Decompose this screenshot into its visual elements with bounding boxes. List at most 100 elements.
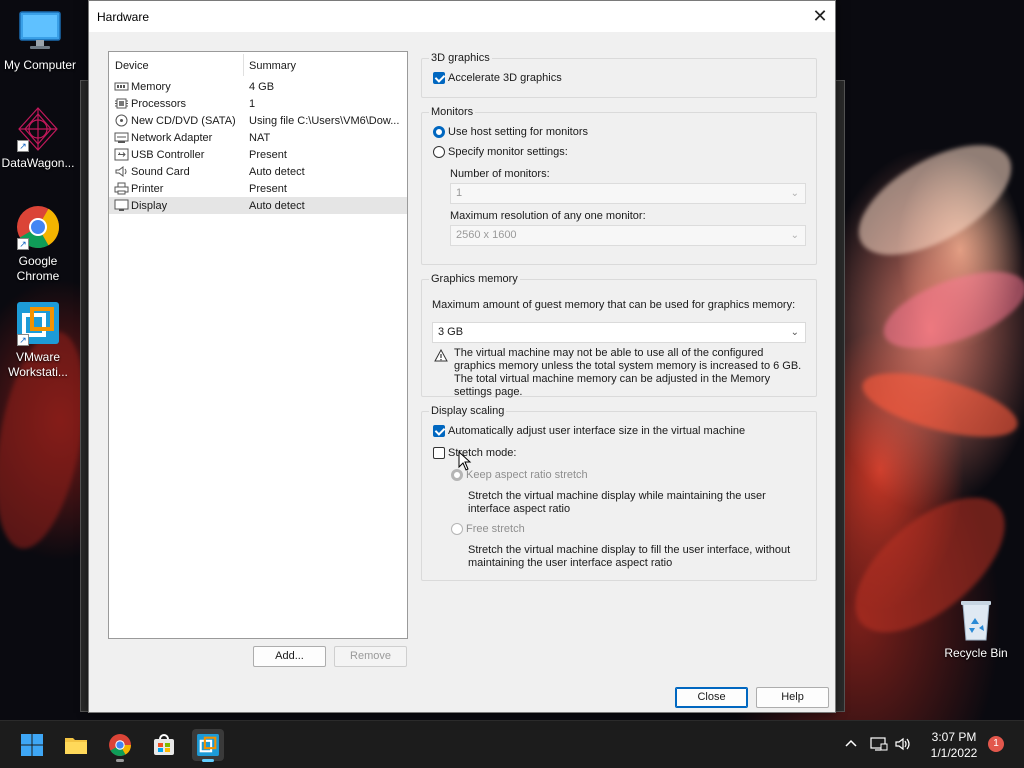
specify-monitors-radio[interactable]: Specify monitor settings: [433,146,568,158]
device-row-processors[interactable]: Processors 1 [109,95,407,112]
help-button[interactable]: Help [756,687,829,708]
start-icon [20,733,44,760]
accelerate-3d-checkbox[interactable]: Accelerate 3D graphics [433,72,562,84]
taskbar-file-explorer[interactable] [60,729,92,761]
desktop-icon-label: VMware Workstati... [8,350,68,379]
max-resolution-label: Maximum resolution of any one monitor: [450,210,646,222]
select-value: 3 GB [438,326,464,338]
column-divider [243,54,244,76]
running-indicator [202,759,214,762]
device-name: Printer [131,183,164,195]
mouse-cursor-icon [458,450,472,471]
store-icon [152,733,176,760]
chevron-down-icon: ⌄ [790,327,799,338]
column-header-summary[interactable]: Summary [249,60,296,72]
chrome-icon: ↗ [15,204,61,250]
radio-label: Keep aspect ratio stretch [466,469,588,481]
taskbar-clock[interactable]: 3:07 PM 1/1/2022 [922,729,986,761]
free-stretch-description: Stretch the virtual machine display to f… [468,544,791,569]
keep-aspect-description: Stretch the virtual machine display whil… [468,490,766,515]
remove-device-button[interactable]: Remove [334,646,407,667]
taskbar-chrome[interactable] [104,729,136,762]
device-row-network-adapter[interactable]: Network Adapter NAT [109,129,407,146]
desktop-icon-vmware[interactable]: ↗ VMware Workstati... [0,300,78,380]
device-summary: Present [249,183,287,195]
group-legend: Graphics memory [429,273,520,285]
close-button[interactable]: Close [675,687,748,708]
graphics-memory-max-label: Maximum amount of guest memory that can … [432,299,796,311]
device-list: Device Summary Memory 4 GB Processors 1 … [108,51,408,639]
checkbox-box[interactable] [433,72,445,84]
radio-dot[interactable] [451,523,463,535]
column-header-device[interactable]: Device [115,60,149,72]
clock-time: 3:07 PM [931,730,977,744]
running-indicator [116,759,124,762]
radio-dot[interactable] [433,146,445,158]
taskbar-vmware[interactable] [192,729,224,762]
graphics-memory-warning: The virtual machine may not be able to u… [454,347,802,398]
group-legend: Display scaling [429,405,507,417]
device-row-memory[interactable]: Memory 4 GB [109,78,407,95]
radio-dot[interactable] [433,126,445,138]
datawagon-icon: ↗ [15,106,61,152]
desktop-icon-label: My Computer [3,58,77,72]
device-name: Sound Card [131,166,190,178]
desktop-icon-datawagon[interactable]: ↗ DataWagon... [0,106,78,171]
group-graphics-memory: Graphics memory Maximum amount of guest … [421,273,817,398]
device-summary: 1 [249,98,256,110]
shortcut-arrow-icon: ↗ [17,238,29,250]
device-summary: 4 GB [249,81,275,93]
start-button[interactable] [16,729,48,761]
desktop-icon-label: Recycle Bin [944,646,1008,660]
group-display-scaling: Display scaling Automatically adjust use… [421,405,817,581]
device-row-sound-card[interactable]: Sound Card Auto detect [109,163,407,180]
taskbar-store[interactable] [148,729,180,761]
device-row-printer[interactable]: Printer Present [109,180,407,197]
notification-badge[interactable]: 1 [988,736,1004,752]
device-name: Display [131,200,168,212]
desktop-icon-my-computer[interactable]: My Computer [0,8,80,73]
display-icon [114,199,129,212]
free-stretch-radio[interactable]: Free stretch [451,523,525,535]
max-resolution-select[interactable]: 2560 x 1600 ⌄ [450,225,806,246]
device-row-usb-controller[interactable]: USB Controller Present [109,146,407,163]
group-monitors: Monitors Use host setting for monitors S… [421,106,817,265]
use-host-monitors-radio[interactable]: Use host setting for monitors [433,126,588,138]
radio-label: Free stretch [466,523,525,535]
checkbox-label: Automatically adjust user interface size… [448,425,746,437]
chrome-icon [108,733,132,760]
cd-dvd-icon [114,114,129,127]
number-of-monitors-label: Number of monitors: [450,168,550,180]
checkbox-box[interactable] [433,425,445,437]
warning-icon [434,348,448,365]
network-icon[interactable] [870,736,888,755]
radio-label: Use host setting for monitors [448,126,589,138]
dialog-titlebar: Hardware ✕ [89,1,835,32]
close-icon[interactable]: ✕ [805,1,835,32]
dialog-title: Hardware [97,10,150,24]
auto-adjust-ui-checkbox[interactable]: Automatically adjust user interface size… [433,425,745,437]
checkbox-box[interactable] [433,447,445,459]
vmware-icon: ↗ [15,300,61,346]
desktop-icon-recycle-bin[interactable]: Recycle Bin [936,596,1016,661]
device-name: Processors [131,98,187,110]
number-of-monitors-select[interactable]: 1 ⌄ [450,183,806,204]
network-adapter-icon [114,131,129,144]
device-name: Network Adapter [131,132,213,144]
device-row-cd-dvd[interactable]: New CD/DVD (SATA) Using file C:\Users\VM… [109,112,407,129]
shortcut-arrow-icon: ↗ [17,140,29,152]
add-device-button[interactable]: Add... [253,646,326,667]
recycle-bin-icon [953,596,999,642]
device-row-display[interactable]: Display Auto detect [109,197,407,214]
device-summary: NAT [249,132,271,144]
chevron-up-icon[interactable] [844,736,858,753]
radio-label: Specify monitor settings: [448,146,568,158]
stretch-mode-checkbox[interactable]: Stretch mode: [433,447,516,459]
device-summary: Auto detect [249,200,305,212]
clock-date: 1/1/2022 [930,746,978,760]
checkbox-label: Accelerate 3D graphics [448,72,562,84]
device-name: USB Controller [131,149,205,161]
graphics-memory-select[interactable]: 3 GB ⌄ [432,322,806,343]
volume-icon[interactable] [894,736,912,755]
desktop-icon-chrome[interactable]: ↗ Google Chrome [0,204,78,284]
